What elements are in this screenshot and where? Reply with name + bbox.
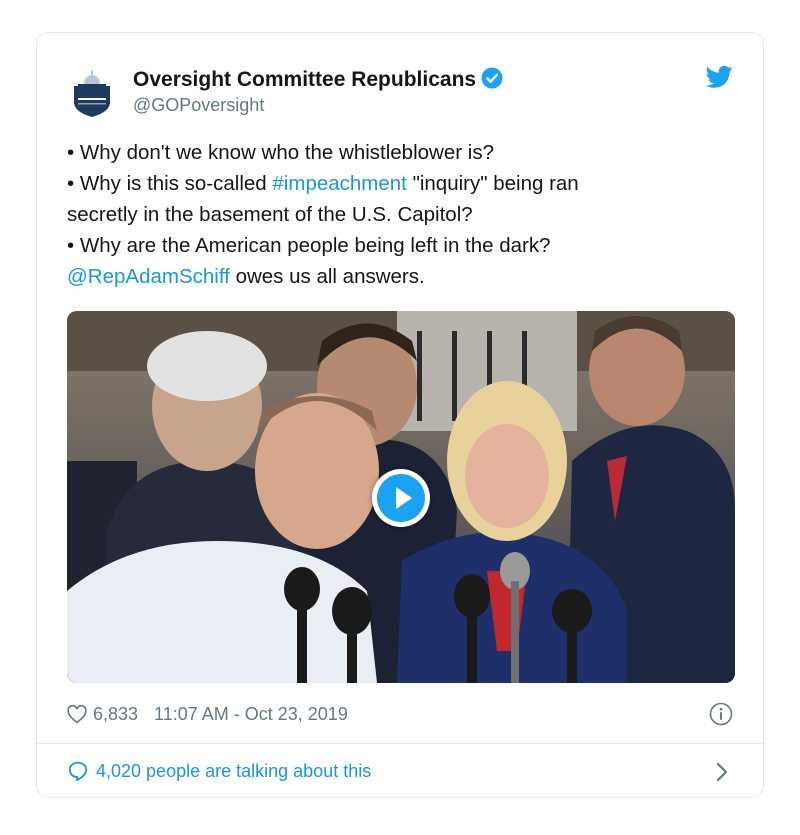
tweet-timestamp[interactable]: 11:07 AM - Oct 23, 2019 bbox=[154, 704, 348, 725]
account-handle[interactable]: @GOPoversight bbox=[133, 95, 264, 116]
tweet-line: • Why is this so-called #impeachment "in… bbox=[67, 172, 579, 195]
account-name[interactable]: Oversight Committee Republicans bbox=[133, 67, 503, 95]
tweet-line: • Why are the American people being left… bbox=[67, 234, 551, 257]
tweet-meta: 6,833 11:07 AM - Oct 23, 2019 bbox=[67, 702, 348, 726]
play-button[interactable] bbox=[372, 469, 430, 527]
twitter-bird-icon[interactable] bbox=[705, 65, 733, 89]
tweet-line: @RepAdamSchiff owes us all answers. bbox=[67, 265, 425, 288]
speech-bubble-icon bbox=[68, 761, 88, 782]
tweet-line: secretly in the basement of the U.S. Cap… bbox=[67, 203, 473, 226]
play-icon bbox=[377, 474, 425, 522]
tweet-line: • Why don't we know who the whistleblowe… bbox=[67, 141, 494, 164]
congress-seal-avatar bbox=[74, 70, 110, 117]
like-button[interactable]: 6,833 bbox=[67, 704, 138, 725]
account-avatar[interactable] bbox=[72, 70, 112, 118]
info-icon[interactable] bbox=[709, 702, 733, 726]
like-count: 6,833 bbox=[93, 703, 139, 724]
hashtag-link[interactable]: #impeachment bbox=[272, 172, 406, 195]
video-thumbnail[interactable] bbox=[67, 311, 735, 683]
verified-badge-icon bbox=[481, 67, 503, 95]
mention-link[interactable]: @RepAdamSchiff bbox=[67, 265, 230, 288]
tweet-card: Oversight Committee Republicans @GOPover… bbox=[36, 32, 764, 798]
tweet-text: • Why don't we know who the whistleblowe… bbox=[67, 137, 739, 292]
heart-icon bbox=[67, 704, 87, 723]
conversation-link[interactable]: 4,020 people are talking about this bbox=[67, 757, 371, 785]
divider bbox=[37, 743, 763, 744]
chevron-right-icon[interactable] bbox=[715, 761, 729, 783]
talking-count: 4,020 people are talking about this bbox=[96, 760, 372, 781]
